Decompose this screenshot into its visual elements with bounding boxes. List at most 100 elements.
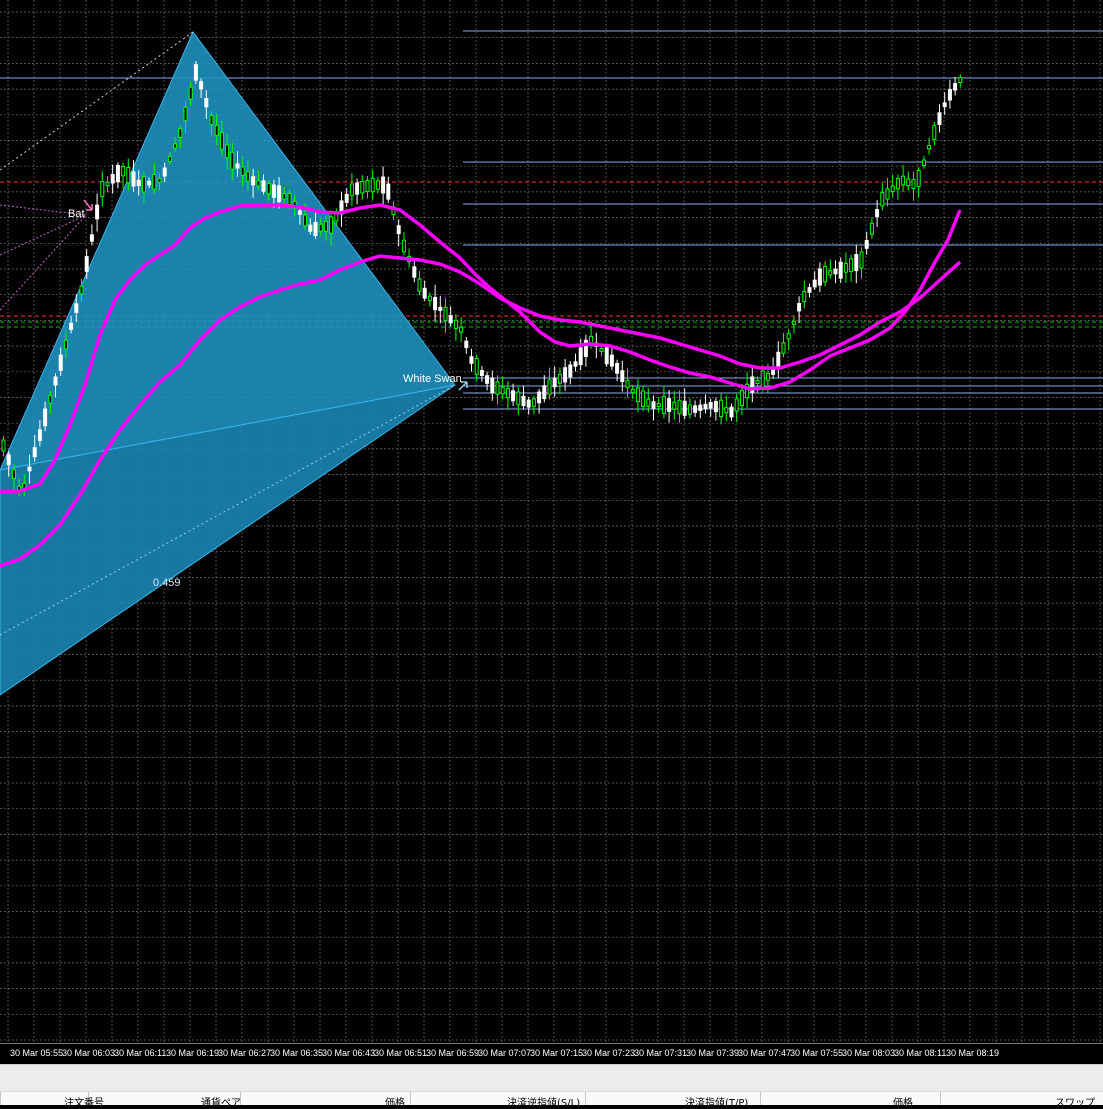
bear-candle (729, 406, 734, 418)
bear-candle (162, 167, 167, 177)
bull-candle (349, 183, 354, 197)
bear-candle (703, 403, 708, 410)
time-axis-label: 30 Mar 07:55 (790, 1048, 844, 1058)
bat-pattern-label[interactable]: Bat (68, 208, 85, 220)
bull-candle (105, 181, 110, 187)
time-axis-label: 30 Mar 06:03 (62, 1048, 116, 1058)
column-separator[interactable] (760, 1092, 761, 1105)
bull-candle (911, 179, 916, 189)
bull-candle (126, 166, 131, 184)
white-swan-pattern-label[interactable]: White Swan (403, 373, 462, 385)
bull-candle (719, 399, 724, 418)
bull-candle (500, 386, 505, 395)
bear-candle (708, 402, 713, 409)
bear-candle (942, 102, 947, 108)
column-separator[interactable] (0, 1092, 1, 1105)
bear-candle (620, 370, 625, 383)
bear-candle (693, 405, 698, 413)
bull-candle (755, 379, 760, 385)
bull-candle (781, 342, 786, 354)
terminal-column-header[interactable]: 価格 (893, 1094, 913, 1109)
bull-candle (318, 223, 323, 232)
bear-candle (271, 184, 276, 198)
bull-candle (916, 169, 921, 187)
bull-candle (505, 388, 510, 399)
bear-candle (469, 356, 474, 364)
time-axis-label: 30 Mar 06:59 (426, 1048, 480, 1058)
bull-candle (178, 128, 183, 138)
bull-candle (48, 394, 53, 404)
bull-candle (214, 124, 219, 136)
bear-candle (37, 429, 42, 442)
bear-candle (115, 164, 120, 183)
bull-candle (880, 192, 885, 207)
bull-candle (173, 143, 178, 149)
bull-candle (765, 372, 770, 381)
bear-candle (32, 446, 37, 458)
bull-candle (167, 156, 172, 162)
column-separator[interactable] (410, 1092, 411, 1105)
bear-candle (386, 183, 391, 200)
terminal-column-header[interactable]: 決済逆指値(S/L) (507, 1094, 580, 1109)
bull-candle (641, 390, 646, 407)
bull-candle (885, 188, 890, 200)
bear-candle (344, 193, 349, 203)
bull-candle (141, 176, 146, 193)
time-axis-label: 30 Mar 08:11 (894, 1048, 947, 1058)
bull-candle (157, 178, 162, 183)
time-axis-label: 30 Mar 07:07 (478, 1048, 532, 1058)
bear-candle (433, 296, 438, 311)
bull-candle (932, 125, 937, 140)
bull-candle (791, 320, 796, 325)
bull-candle (687, 404, 692, 415)
terminal-column-header[interactable]: 注文番号 (64, 1094, 104, 1109)
bear-candle (261, 180, 266, 192)
time-axis-label: 30 Mar 06:51 (374, 1048, 428, 1058)
terminal-column-header[interactable]: スワップ (1055, 1094, 1095, 1109)
bull-candle (474, 357, 479, 376)
bull-candle (927, 145, 932, 150)
bull-candle (859, 251, 864, 269)
bear-candle (204, 98, 209, 108)
bear-candle (797, 303, 802, 312)
bull-candle (906, 178, 911, 187)
bear-candle (568, 364, 573, 378)
bear-candle (412, 266, 417, 278)
time-axis-label: 30 Mar 08:19 (946, 1048, 1000, 1058)
bull-candle (209, 115, 214, 125)
bull-candle (557, 373, 562, 384)
bull-candle (219, 132, 224, 150)
bear-candle (578, 347, 583, 366)
column-separator[interactable] (585, 1092, 586, 1105)
bull-candle (828, 270, 833, 276)
bull-candle (625, 379, 630, 389)
bear-candle (308, 224, 313, 232)
bull-candle (121, 166, 126, 177)
bear-candle (563, 367, 568, 383)
bull-candle (230, 151, 235, 170)
bull-candle (79, 285, 84, 295)
bear-candle (131, 171, 136, 187)
time-axis-label: 30 Mar 07:23 (582, 1048, 636, 1058)
bull-candle (895, 177, 900, 190)
bear-candle (438, 306, 443, 311)
time-axis-label: 30 Mar 06:35 (270, 1048, 324, 1058)
bear-candle (69, 322, 74, 330)
column-separator[interactable] (940, 1092, 941, 1105)
bear-candle (490, 377, 495, 394)
terminal-column-header[interactable]: 決済指値(T/P) (685, 1094, 748, 1109)
harmonic-pattern-overlay[interactable] (0, 31, 456, 696)
terminal-column-header[interactable]: 価格 (385, 1094, 405, 1109)
terminal-column-header[interactable]: 通貨ペア (201, 1094, 241, 1109)
bear-candle (776, 351, 781, 368)
bull-candle (453, 319, 458, 329)
bear-candle (838, 261, 843, 279)
bat-fan-line (0, 214, 87, 311)
bull-candle (245, 171, 250, 182)
bear-candle (297, 210, 302, 215)
bear-candle (854, 254, 859, 272)
bull-candle (63, 339, 68, 350)
price-chart[interactable]: Bat White Swan 0.459 (0, 0, 1103, 1043)
bear-candle (604, 346, 609, 365)
bull-candle (188, 86, 193, 100)
